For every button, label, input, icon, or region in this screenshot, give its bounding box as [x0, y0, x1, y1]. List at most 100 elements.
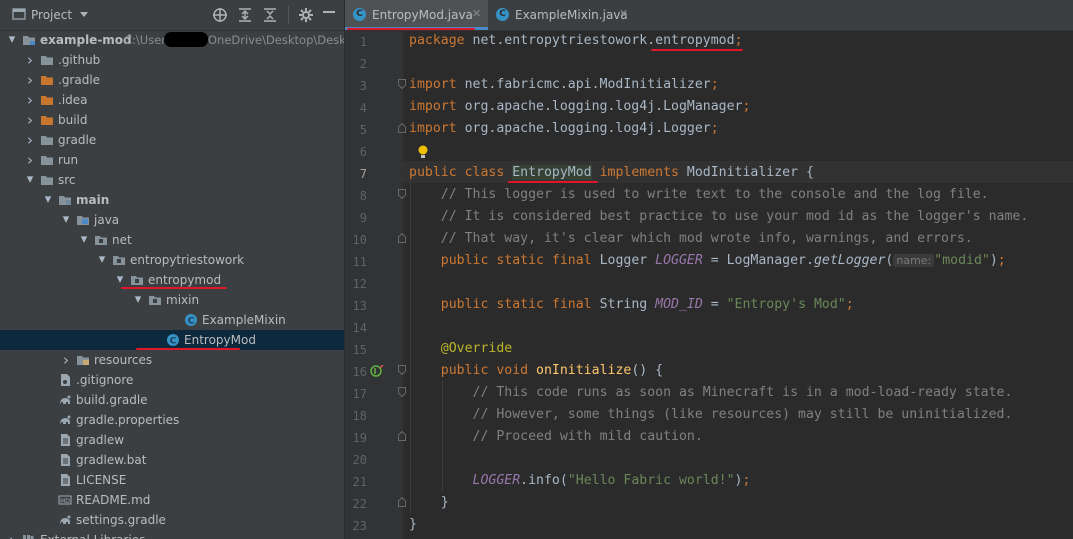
code-line[interactable]: } — [409, 517, 417, 532]
folder-icon — [40, 173, 54, 187]
fold-icon[interactable] — [398, 233, 406, 243]
line-number: 15 — [352, 343, 367, 357]
text-file-icon — [58, 453, 72, 467]
tree-item-build[interactable]: › build — [0, 110, 344, 130]
tree-item-label: EntropyMod — [184, 333, 256, 347]
tree-item-entropymod[interactable]: C EntropyMod — [0, 330, 344, 350]
hide-panel-icon[interactable] — [323, 11, 335, 27]
lightbulb-icon[interactable] — [417, 145, 429, 159]
tree-item-src[interactable]: ▾ src — [0, 170, 344, 190]
tree-item-license[interactable]: LICENSE — [0, 470, 344, 490]
gear-icon[interactable] — [298, 7, 314, 23]
tree-item-run[interactable]: › run — [0, 150, 344, 170]
code-line[interactable]: LOGGER.info("Hello Fabric world!"); — [409, 473, 751, 488]
tree-item-label: build.gradle — [76, 393, 148, 407]
tree-item-example-mod[interactable]: ▾ example-mod C:\User OneDrive\Desktop\Desk… — [0, 30, 344, 50]
code-line[interactable]: import org.apache.logging.log4j.Logger; — [409, 121, 719, 136]
expand-all-icon[interactable] — [237, 7, 253, 23]
tree-item-label: README.md — [76, 493, 151, 507]
chevron-right-icon[interactable]: › — [24, 73, 36, 88]
code-line[interactable]: import net.fabricmc.api.ModInitializer; — [409, 77, 719, 92]
close-icon[interactable]: ✕ — [472, 7, 481, 20]
line-number: 19 — [352, 431, 367, 445]
tree-item-gitignore[interactable]: .gitignore — [0, 370, 344, 390]
gradle-file-icon — [58, 413, 72, 427]
code-line[interactable]: // This logger is used to write text to … — [409, 187, 989, 202]
chevron-down-icon[interactable]: ▾ — [60, 213, 72, 226]
tree-item-gradle-properties[interactable]: gradle.properties — [0, 410, 344, 430]
package-icon — [130, 273, 144, 287]
chevron-down-icon[interactable]: ▾ — [6, 33, 18, 46]
tree-item-entropytriestowork[interactable]: ▾ entropytriestowork — [0, 250, 344, 270]
code-line[interactable]: public class EntropyMod implements ModIn… — [409, 165, 814, 180]
chevron-right-icon[interactable]: › — [60, 353, 72, 368]
code-line[interactable]: package net.entropytriestowork.entropymo… — [409, 33, 743, 48]
select-opened-file-icon[interactable] — [212, 7, 228, 23]
tree-item-label: build — [58, 113, 88, 127]
fold-icon[interactable] — [398, 365, 406, 375]
tree-item-label: .gitignore — [76, 373, 134, 387]
code-line[interactable]: public void onInitialize() { — [409, 363, 663, 378]
chevron-down-icon[interactable]: ▾ — [24, 173, 36, 186]
fold-icon[interactable] — [398, 387, 406, 397]
chevron-right-icon[interactable]: › — [6, 533, 18, 539]
fold-icon[interactable] — [398, 123, 406, 133]
chevron-down-icon[interactable] — [79, 11, 89, 27]
tree-item-label: java — [94, 213, 120, 227]
line-number: 14 — [352, 321, 367, 335]
tree-item-resources[interactable]: › resources — [0, 350, 344, 370]
tree-item-gradlew[interactable]: gradlew — [0, 430, 344, 450]
chevron-down-icon[interactable]: ▾ — [114, 273, 126, 286]
fold-icon[interactable] — [398, 431, 406, 441]
tree-item-label: gradlew.bat — [76, 453, 147, 467]
tree-item-mixin[interactable]: ▾ mixin — [0, 290, 344, 310]
fold-icon[interactable] — [398, 79, 406, 89]
chevron-down-icon[interactable]: ▾ — [96, 253, 108, 266]
code-line[interactable]: // However, some things (like resources)… — [409, 407, 1013, 422]
tree-item-external-libraries[interactable]: › External Libraries — [0, 530, 344, 539]
red-underline-package — [651, 49, 743, 51]
tree-item-readme-md[interactable]: MD README.md — [0, 490, 344, 510]
override-gutter-icon[interactable] — [370, 365, 384, 377]
code-line[interactable]: // That way, it's clear which mod wrote … — [409, 231, 973, 246]
chevron-right-icon[interactable]: › — [24, 153, 36, 168]
tree-item-github[interactable]: › .github — [0, 50, 344, 70]
chevron-right-icon[interactable]: › — [24, 93, 36, 108]
tree-item-gradlew-bat[interactable]: gradlew.bat — [0, 450, 344, 470]
project-panel-header: Project — [0, 0, 344, 31]
code-line[interactable]: import org.apache.logging.log4j.LogManag… — [409, 99, 750, 114]
code-line[interactable]: public static final String MOD_ID = "Ent… — [409, 297, 854, 312]
tree-item-build-gradle[interactable]: build.gradle — [0, 390, 344, 410]
code-line[interactable]: @Override — [409, 341, 512, 356]
tab-examplemixin-java[interactable]: C ExampleMixin.java ✕ — [488, 0, 632, 30]
tree-item-java[interactable]: ▾ java — [0, 210, 344, 230]
tree-item-gradle[interactable]: › .gradle — [0, 70, 344, 90]
chevron-down-icon[interactable]: ▾ — [132, 293, 144, 306]
tree-item-examplemixin[interactable]: C ExampleMixin — [0, 310, 344, 330]
code-line[interactable]: // It is considered best practice to use… — [409, 209, 1029, 224]
tree-item-net[interactable]: ▾ net — [0, 230, 344, 250]
chevron-right-icon[interactable]: › — [24, 133, 36, 148]
tree-item-idea[interactable]: › .idea — [0, 90, 344, 110]
markdown-file-icon: MD — [58, 493, 72, 507]
code-line[interactable]: // This code runs as soon as Minecraft i… — [409, 385, 1013, 400]
chevron-right-icon[interactable]: › — [24, 53, 36, 68]
close-icon[interactable]: ✕ — [619, 7, 628, 20]
tree-item-settings-gradle[interactable]: settings.gradle — [0, 510, 344, 530]
line-number: 8 — [359, 189, 367, 203]
code-line[interactable]: // Proceed with mild caution. — [409, 429, 703, 444]
tree-item-gradle[interactable]: › gradle — [0, 130, 344, 150]
collapse-all-icon[interactable] — [262, 7, 278, 23]
tree-item-main[interactable]: ▾ main — [0, 190, 344, 210]
code-line[interactable]: public static final Logger LOGGER = LogM… — [409, 253, 1006, 268]
code-line[interactable]: } — [409, 495, 449, 510]
project-view-title[interactable]: Project — [31, 8, 72, 24]
tree-item-label: main — [76, 193, 110, 207]
fold-icon[interactable] — [398, 189, 406, 199]
class-icon: C — [166, 333, 180, 347]
tab-entropymod-java[interactable]: C EntropyMod.java ✕ — [345, 0, 488, 30]
chevron-down-icon[interactable]: ▾ — [78, 233, 90, 246]
fold-icon[interactable] — [398, 497, 406, 507]
chevron-down-icon[interactable]: ▾ — [42, 193, 54, 206]
chevron-right-icon[interactable]: › — [24, 113, 36, 128]
